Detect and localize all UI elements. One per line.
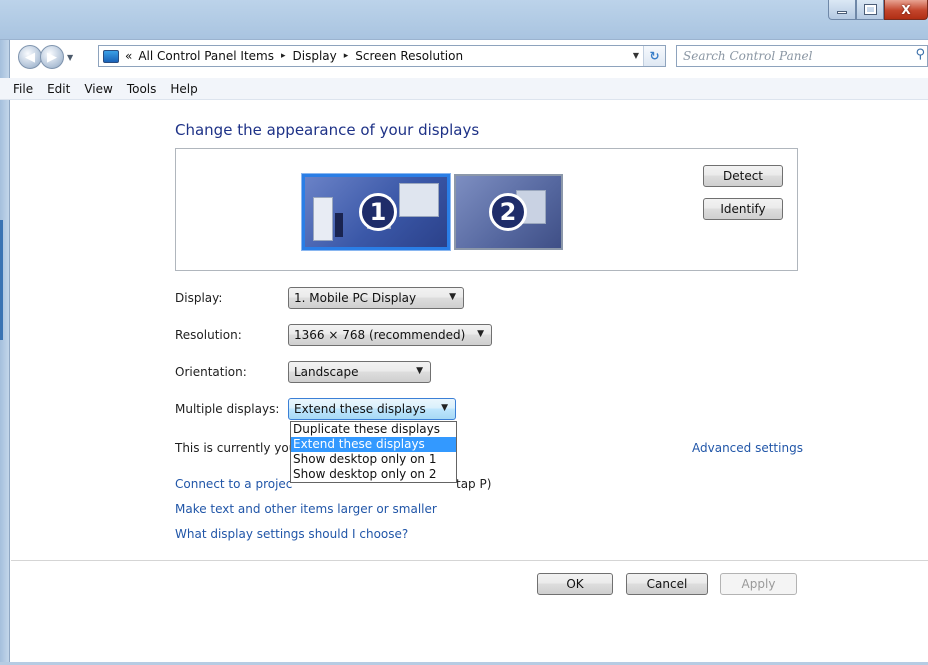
breadcrumb-all-items[interactable]: All Control Panel Items (138, 49, 274, 63)
orientation-label: Orientation: (175, 365, 247, 379)
option-desktop-only-2[interactable]: Show desktop only on 2 (291, 467, 456, 482)
monitor-1-number: 1 (359, 193, 397, 231)
search-icon[interactable]: ⚲ (915, 47, 925, 62)
chevron-down-icon: ▼ (441, 403, 448, 413)
resolution-label: Resolution: (175, 328, 242, 342)
breadcrumb-separator-icon[interactable]: ▸ (281, 51, 286, 61)
display-help-link[interactable]: What display settings should I choose? (175, 527, 408, 541)
refresh-icon: ↻ (649, 49, 660, 63)
menu-edit[interactable]: Edit (40, 82, 77, 96)
menu-file[interactable]: File (6, 82, 40, 96)
display-select[interactable]: 1. Mobile PC Display ▼ (288, 287, 464, 309)
border-accent (0, 220, 3, 340)
menu-view[interactable]: View (77, 82, 119, 96)
minimize-button[interactable] (828, 0, 856, 20)
forward-arrow-icon: ▶ (47, 49, 57, 65)
option-duplicate[interactable]: Duplicate these displays (291, 422, 456, 437)
maximize-icon (863, 4, 877, 15)
menu-help[interactable]: Help (163, 82, 204, 96)
window-title-bar[interactable] (0, 0, 928, 40)
menu-tools[interactable]: Tools (120, 82, 164, 96)
monitor-2[interactable]: 2 (454, 174, 563, 250)
chevron-down-icon: ▼ (477, 329, 484, 339)
advanced-settings-link[interactable]: Advanced settings (692, 441, 803, 455)
maximize-button[interactable] (856, 0, 884, 20)
orientation-select[interactable]: Landscape ▼ (288, 361, 431, 383)
address-dropdown-icon[interactable]: ▼ (633, 51, 639, 60)
cancel-button[interactable]: Cancel (626, 573, 708, 595)
text-size-link[interactable]: Make text and other items larger or smal… (175, 502, 437, 516)
resolution-select-value: 1366 × 768 (recommended) (294, 328, 466, 342)
monitor-2-number: 2 (489, 193, 527, 231)
option-desktop-only-1[interactable]: Show desktop only on 1 (291, 452, 456, 467)
detect-button[interactable]: Detect (703, 165, 783, 187)
control-panel-icon (103, 49, 119, 63)
back-arrow-icon: ◀ (25, 49, 35, 65)
monitor-preview-window (313, 197, 333, 241)
close-button[interactable]: X (884, 0, 928, 20)
connect-projector-link[interactable]: Connect to a projec (175, 477, 292, 491)
address-bar[interactable]: « All Control Panel Items ▸ Display ▸ Sc… (98, 45, 666, 67)
breadcrumb-screen-resolution[interactable]: Screen Resolution (355, 49, 463, 63)
recent-pages-dropdown-icon[interactable]: ▼ (67, 53, 73, 62)
breadcrumb-overflow[interactable]: « (125, 49, 132, 63)
multiple-displays-label: Multiple displays: (175, 402, 280, 416)
search-input[interactable] (683, 49, 911, 63)
back-button[interactable]: ◀ (18, 45, 42, 69)
current-display-status: This is currently you (175, 441, 297, 455)
forward-button[interactable]: ▶ (40, 45, 64, 69)
chevron-down-icon: ▼ (416, 366, 423, 376)
caption-buttons: X (828, 0, 928, 22)
monitor-preview-taskbar (335, 213, 343, 237)
multiple-displays-dropdown: Duplicate these displays Extend these di… (290, 421, 457, 483)
multiple-displays-select[interactable]: Extend these displays ▼ (288, 398, 456, 420)
resolution-select[interactable]: 1366 × 768 (recommended) ▼ (288, 324, 492, 346)
identify-button[interactable]: Identify (703, 198, 783, 220)
breadcrumb-display[interactable]: Display (293, 49, 337, 63)
menu-bar: File Edit View Tools Help (0, 78, 928, 100)
multiple-displays-select-value: Extend these displays (294, 402, 426, 416)
ok-button[interactable]: OK (537, 573, 613, 595)
search-box[interactable]: ⚲ (676, 45, 928, 67)
page-title: Change the appearance of your displays (175, 121, 480, 139)
minimize-icon (837, 11, 847, 14)
apply-button[interactable]: Apply (720, 573, 797, 595)
navigation-buttons: ◀ ▶ ▼ (18, 44, 77, 70)
breadcrumb-separator-icon[interactable]: ▸ (344, 51, 349, 61)
chevron-down-icon: ▼ (449, 292, 456, 302)
monitor-preview-window (399, 183, 439, 217)
option-extend[interactable]: Extend these displays (291, 437, 456, 452)
window-left-border (0, 40, 10, 665)
orientation-select-value: Landscape (294, 365, 359, 379)
display-label: Display: (175, 291, 223, 305)
footer-divider (11, 560, 928, 561)
refresh-button[interactable]: ↻ (643, 46, 665, 66)
projector-shortcut-hint: tap P) (456, 477, 492, 491)
close-icon: X (901, 2, 911, 17)
monitor-1[interactable]: 1 (302, 174, 450, 250)
display-select-value: 1. Mobile PC Display (294, 291, 417, 305)
